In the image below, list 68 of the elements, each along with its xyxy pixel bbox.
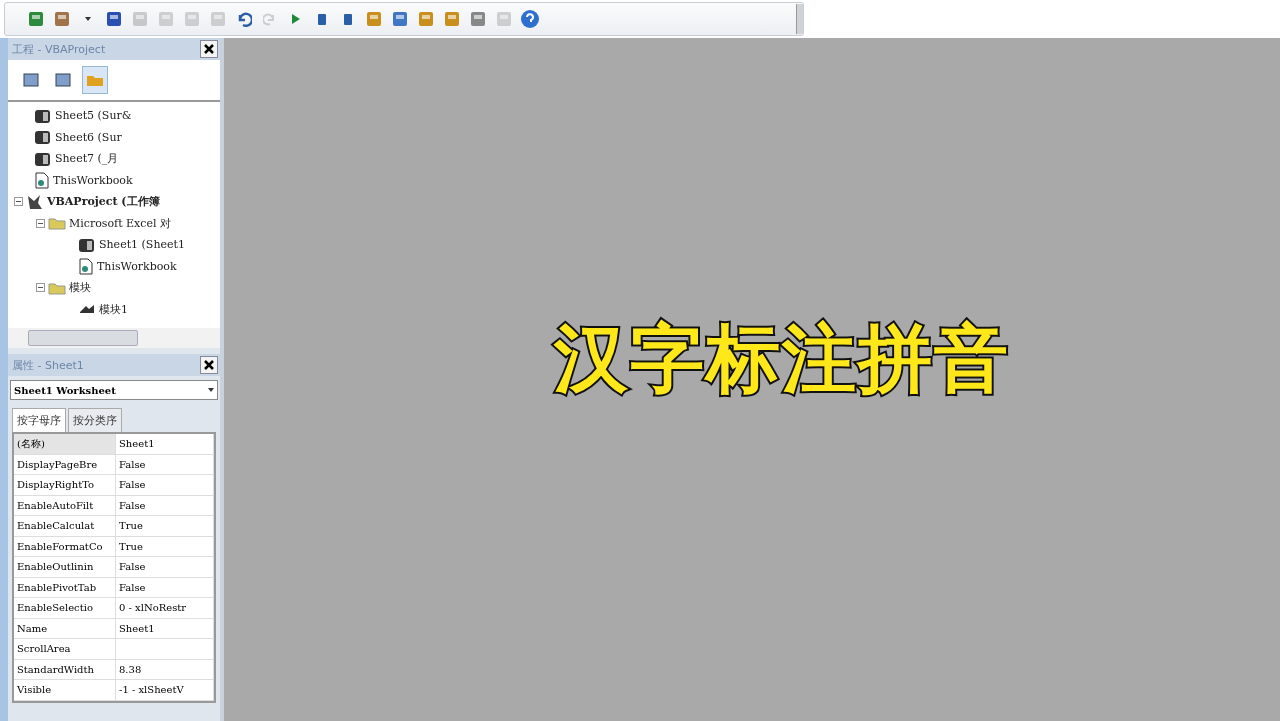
undo-icon [236,11,252,27]
tree-item[interactable]: 模块 [69,280,91,296]
property-value[interactable]: -1 - xlSheetV [116,680,214,701]
close-button[interactable] [200,356,218,374]
property-name[interactable]: EnableAutoFilt [14,495,116,516]
property-name[interactable]: EnableFormatCo [14,536,116,557]
toolbar-grip[interactable] [796,4,803,34]
property-value[interactable]: Sheet1 [116,434,214,455]
tree-item[interactable]: Sheet6 (Sur [55,130,122,144]
tree-item[interactable]: ThisWorkbook [97,259,177,273]
tab[interactable]: 按字母序 [12,408,66,432]
expand-toggle[interactable] [36,283,45,293]
panel-title: 属性 - Sheet1 [12,357,84,373]
sheet-icon [78,236,96,253]
redo-icon [263,12,277,26]
property-name[interactable]: EnableSelectio [14,598,116,619]
tree-item[interactable]: Microsoft Excel 对 [69,215,171,231]
property-value[interactable]: False [116,454,214,475]
close-icon [204,360,214,370]
tree-item[interactable]: ThisWorkbook [53,173,133,187]
property-value[interactable]: False [116,495,214,516]
property-name[interactable]: DisplayRightTo [14,475,116,496]
window-icon [55,73,71,87]
help-icon [520,9,540,29]
property-name[interactable]: EnablePivotTab [14,577,116,598]
property-name[interactable]: ScrollArea [14,639,116,660]
property-name[interactable]: DisplayPageBre [14,454,116,475]
sheet-icon [34,129,52,146]
property-value[interactable]: False [116,577,214,598]
sheet-icon [34,150,52,167]
sheet-icon [34,107,52,124]
property-name[interactable]: StandardWidth [14,659,116,680]
panel-title: 工程 - VBAProject [12,41,106,57]
workbook-icon [78,257,94,276]
property-value[interactable]: True [116,536,214,557]
property-value[interactable]: 0 - xlNoRestr [116,598,214,619]
expand-toggle[interactable] [36,218,45,228]
tree-item[interactable]: VBAProject (工作簿 [47,194,160,210]
property-name[interactable]: (名称) [14,434,116,455]
property-value[interactable]: True [116,516,214,537]
tree-item[interactable]: Sheet1 (Sheet1 [99,238,185,252]
caret-icon [208,388,214,392]
folder-icon [48,216,66,231]
folder-icon [48,280,66,295]
close-icon [204,44,214,54]
property-value[interactable]: False [116,475,214,496]
folder-icon [86,73,104,87]
expand-toggle[interactable] [14,197,23,207]
toolbar-button[interactable] [519,7,541,31]
workbook-icon [34,171,50,190]
tree-item[interactable]: Sheet5 (Sur& [55,109,132,123]
caret-icon [85,17,91,21]
property-name[interactable]: EnableCalculat [14,516,116,537]
play-icon [291,13,301,25]
property-value[interactable]: 8.38 [116,659,214,680]
property-value[interactable]: Sheet1 [116,618,214,639]
object-dropdown[interactable]: Sheet1 Worksheet [10,380,218,400]
video-caption: 汉字标注拼音 [554,313,1010,403]
property-name[interactable]: Name [14,618,116,639]
window-icon [23,73,39,87]
scrollbar-thumb[interactable] [28,330,138,346]
property-value[interactable]: False [116,557,214,578]
tree-item[interactable]: 模块1 [99,301,128,317]
property-name[interactable]: Visible [14,680,116,701]
property-name[interactable]: EnableOutlinin [14,557,116,578]
tab[interactable]: 按分类序 [68,408,122,432]
close-button[interactable] [200,40,218,58]
tree-item[interactable]: Sheet7 (_月 [55,151,119,167]
